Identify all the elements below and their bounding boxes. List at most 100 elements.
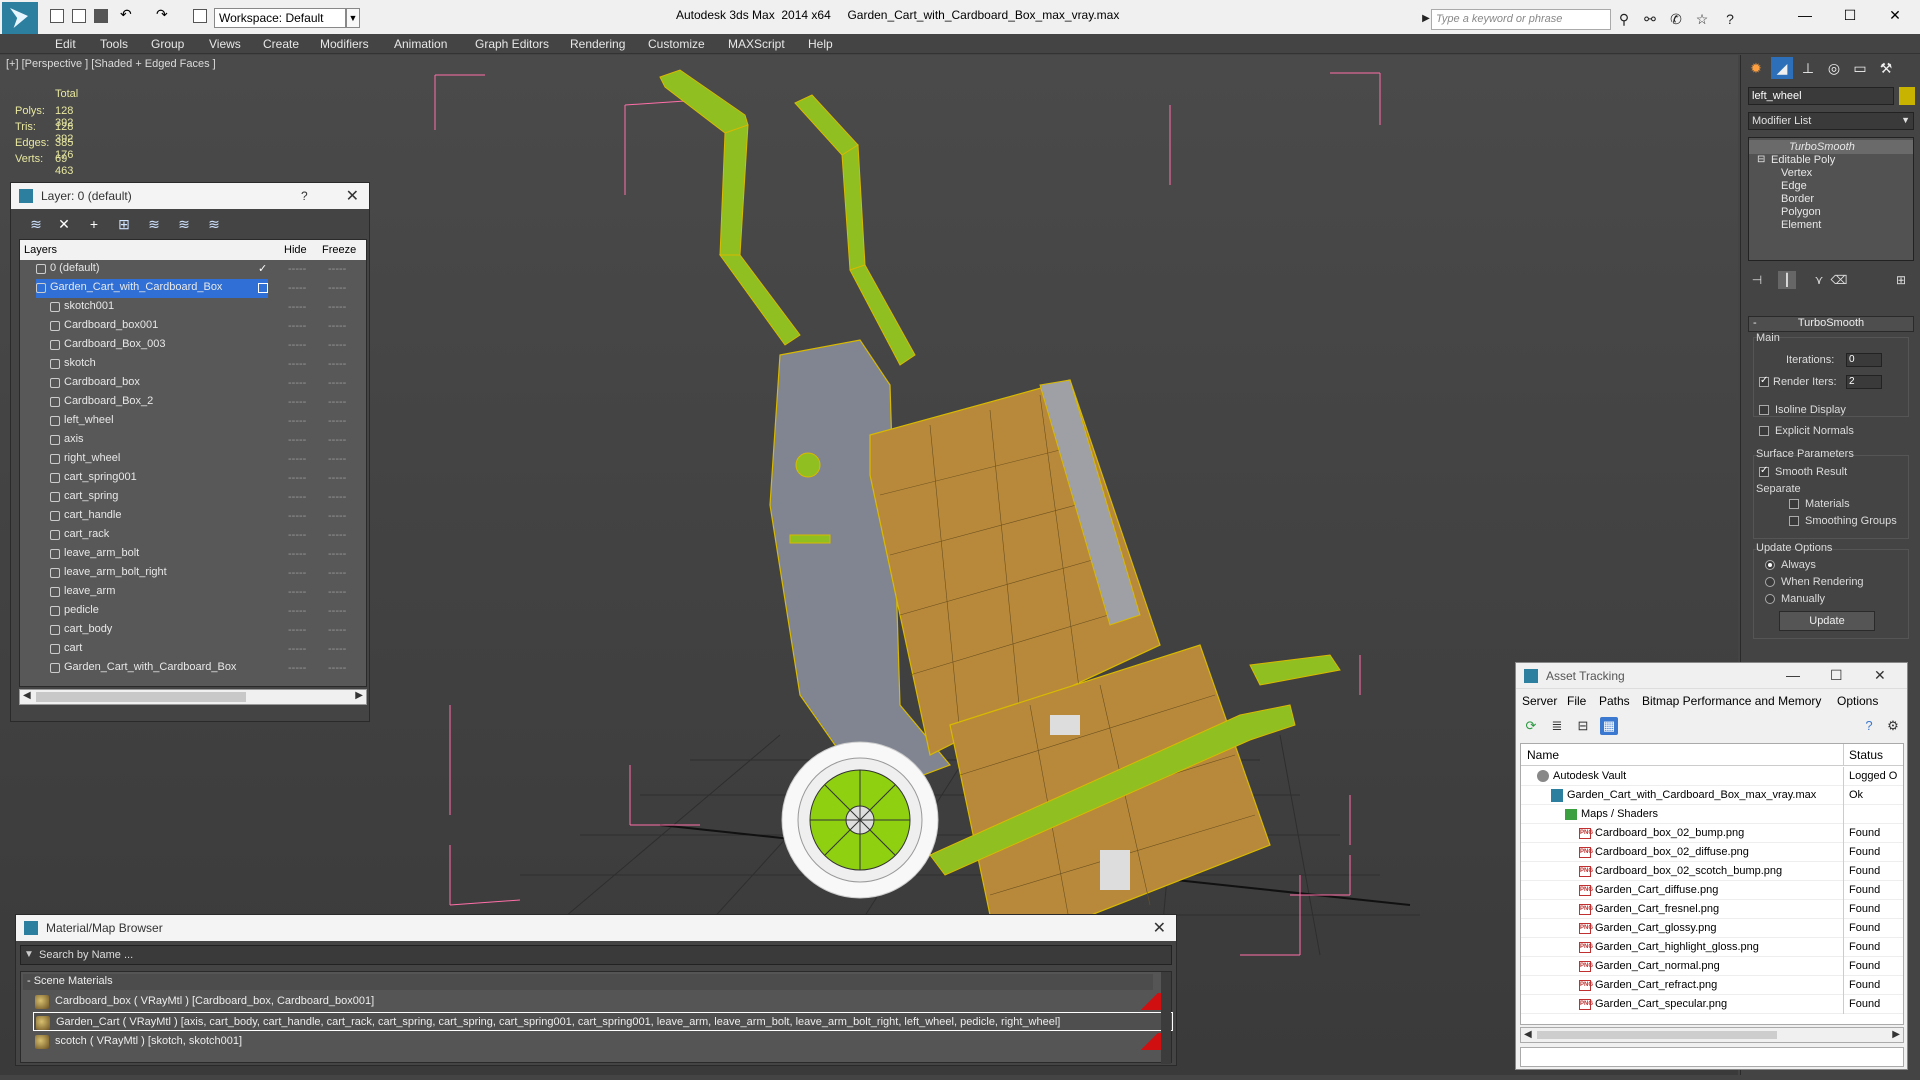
always-radio[interactable] [1765,560,1775,570]
subscription-icon[interactable]: ⚯ [1642,11,1658,27]
favorites-icon[interactable]: ☆ [1694,11,1710,27]
stack-vertex[interactable]: Vertex [1781,167,1812,179]
asset-row[interactable]: PNG Garden_Cart_normal.png Found [1521,957,1903,976]
select-objects-icon[interactable]: ⊞ [115,216,133,232]
layer-row[interactable]: Cardboard_box ----- ----- [20,374,366,393]
layer-row[interactable]: cart_spring ----- ----- [20,488,366,507]
asset-hscrollbar[interactable]: ◀ ▶ [1520,1027,1904,1043]
hide-toggle[interactable]: ----- [288,510,306,522]
hide-toggle[interactable]: ----- [288,301,306,313]
layer-row[interactable]: cart_body ----- ----- [20,621,366,640]
layer-row[interactable]: skotch001 ----- ----- [20,298,366,317]
asset-row[interactable]: PNG Garden_Cart_diffuse.png Found [1521,881,1903,900]
layer-row[interactable]: cart ----- ----- [20,640,366,659]
hide-toggle[interactable]: ----- [288,339,306,351]
material-browser-titlebar[interactable]: Material/Map Browser ✕ [16,915,1176,941]
hide-toggle[interactable]: ----- [288,529,306,541]
freeze-toggle[interactable]: ----- [328,586,346,598]
layer-row[interactable]: skotch ----- ----- [20,355,366,374]
scroll-left-icon[interactable]: ◀ [1524,1029,1532,1040]
menu-help[interactable]: Help [808,37,833,51]
binoculars-icon[interactable]: ⚲ [1616,11,1632,27]
hide-toggle[interactable]: ----- [288,472,306,484]
motion-tab-icon[interactable]: ◎ [1823,57,1845,79]
search-options-icon[interactable]: ▼ [24,949,34,960]
layer-row[interactable]: cart_handle ----- ----- [20,507,366,526]
layer-properties-icon[interactable]: ≋ [205,216,223,232]
layer-hscrollbar[interactable]: ◀ ▶ [19,689,367,705]
layer-panel-titlebar[interactable]: Layer: 0 (default) ? ✕ [11,183,369,209]
hide-toggle[interactable]: ----- [288,358,306,370]
freeze-toggle[interactable]: ----- [328,548,346,560]
asset-row[interactable]: Autodesk Vault Logged O [1521,767,1903,786]
col-status[interactable]: Status [1849,748,1883,762]
hide-toggle[interactable]: ----- [288,453,306,465]
modifier-stack[interactable]: 💡 TurboSmooth ⊟ Editable Poly Vertex Edg… [1748,137,1914,261]
stack-polygon[interactable]: Polygon [1781,206,1821,218]
asset-table[interactable]: Name Status Autodesk Vault Logged O Garden… [1520,743,1904,1025]
list-view-icon[interactable]: ≣ [1548,717,1566,735]
workspace-dropdown-arrow-icon[interactable]: ▼ [346,8,360,28]
freeze-toggle[interactable]: ----- [328,282,346,294]
stack-turbosmooth[interactable]: TurboSmooth [1789,141,1855,153]
freeze-toggle[interactable]: ----- [328,396,346,408]
layer-row[interactable]: Garden_Cart_with_Cardboard_Box ----- ----- [20,659,366,678]
layer-row[interactable]: right_wheel ----- ----- [20,450,366,469]
scroll-left-icon[interactable]: ◀ [23,690,31,701]
minimize-button[interactable]: — [1785,4,1825,26]
menu-graph-editors[interactable]: Graph Editors [475,37,549,51]
layer-row[interactable]: left_wheel ----- ----- [20,412,366,431]
show-end-result-icon[interactable]: ┃ [1778,271,1796,289]
workspace-dropdown[interactable]: Workspace: Default [214,8,346,28]
layer-manage-icon[interactable]: ≋ [27,216,45,232]
asset-row[interactable]: PNG Cardboard_box_02_scotch_bump.png Found [1521,862,1903,881]
smooth-result-checkbox[interactable] [1759,465,1769,477]
asset-help-icon[interactable]: ? [1860,717,1878,735]
smoothing-groups-checkbox[interactable] [1789,516,1799,526]
freeze-toggle[interactable]: ----- [328,472,346,484]
col-hide[interactable]: Hide [284,244,307,256]
manually-radio[interactable] [1765,594,1775,604]
freeze-toggle[interactable]: ----- [328,377,346,389]
layer-close-button[interactable]: ✕ [346,186,359,206]
hierarchy-tab-icon[interactable]: ⊥ [1797,57,1819,79]
modifier-list-dropdown[interactable]: Modifier List ▼ [1748,112,1914,130]
menu-rendering[interactable]: Rendering [570,37,625,51]
freeze-toggle[interactable]: ----- [328,415,346,427]
stack-editable-poly[interactable]: Editable Poly [1771,154,1835,166]
freeze-toggle[interactable]: ----- [328,510,346,522]
make-unique-icon[interactable]: ⋎ [1810,271,1828,289]
object-color-swatch[interactable] [1899,87,1915,105]
asset-menu-options[interactable]: Options [1837,694,1878,708]
menu-create[interactable]: Create [263,37,299,51]
stack-edge[interactable]: Edge [1781,180,1807,192]
hide-toggle[interactable]: ----- [288,263,306,275]
when-rendering-radio[interactable] [1765,577,1775,587]
scroll-thumb[interactable] [1537,1031,1777,1039]
freeze-toggle[interactable]: ----- [328,491,346,503]
layer-tree[interactable]: Layers Hide Freeze 0 (default) ✓ ----- ----… [19,239,367,687]
layer-row[interactable]: cart_spring001 ----- ----- [20,469,366,488]
asset-row[interactable]: PNG Garden_Cart_specular.png Found [1521,995,1903,1014]
hide-toggle[interactable]: ----- [288,548,306,560]
new-file-icon[interactable] [50,9,64,23]
tree-view-icon[interactable]: ⊟ [1574,717,1592,735]
freeze-toggle[interactable]: ----- [328,662,346,674]
menu-edit[interactable]: Edit [55,37,76,51]
material-search-input[interactable]: ▼ Search by Name ... [20,945,1172,965]
freeze-toggle[interactable]: ----- [328,434,346,446]
freeze-toggle[interactable]: ----- [328,529,346,541]
freeze-toggle[interactable]: ----- [328,358,346,370]
add-layer-icon[interactable]: + [85,216,103,232]
create-tab-icon[interactable]: ✹ [1745,57,1767,79]
asset-tracking-titlebar[interactable]: Asset Tracking — ☐ ✕ [1516,663,1907,689]
stack-element[interactable]: Element [1781,219,1821,231]
table-view-icon[interactable]: ▦ [1600,717,1618,735]
highlight-selected-icon[interactable]: ≋ [145,216,163,232]
freeze-toggle[interactable]: ----- [328,301,346,313]
close-button[interactable]: ✕ [1875,4,1915,26]
set-current-layer-icon[interactable]: ≋ [175,216,193,232]
asset-row[interactable]: Garden_Cart_with_Cardboard_Box_max_vray.… [1521,786,1903,805]
isoline-display-checkbox[interactable] [1759,405,1769,415]
open-file-icon[interactable] [72,9,86,23]
